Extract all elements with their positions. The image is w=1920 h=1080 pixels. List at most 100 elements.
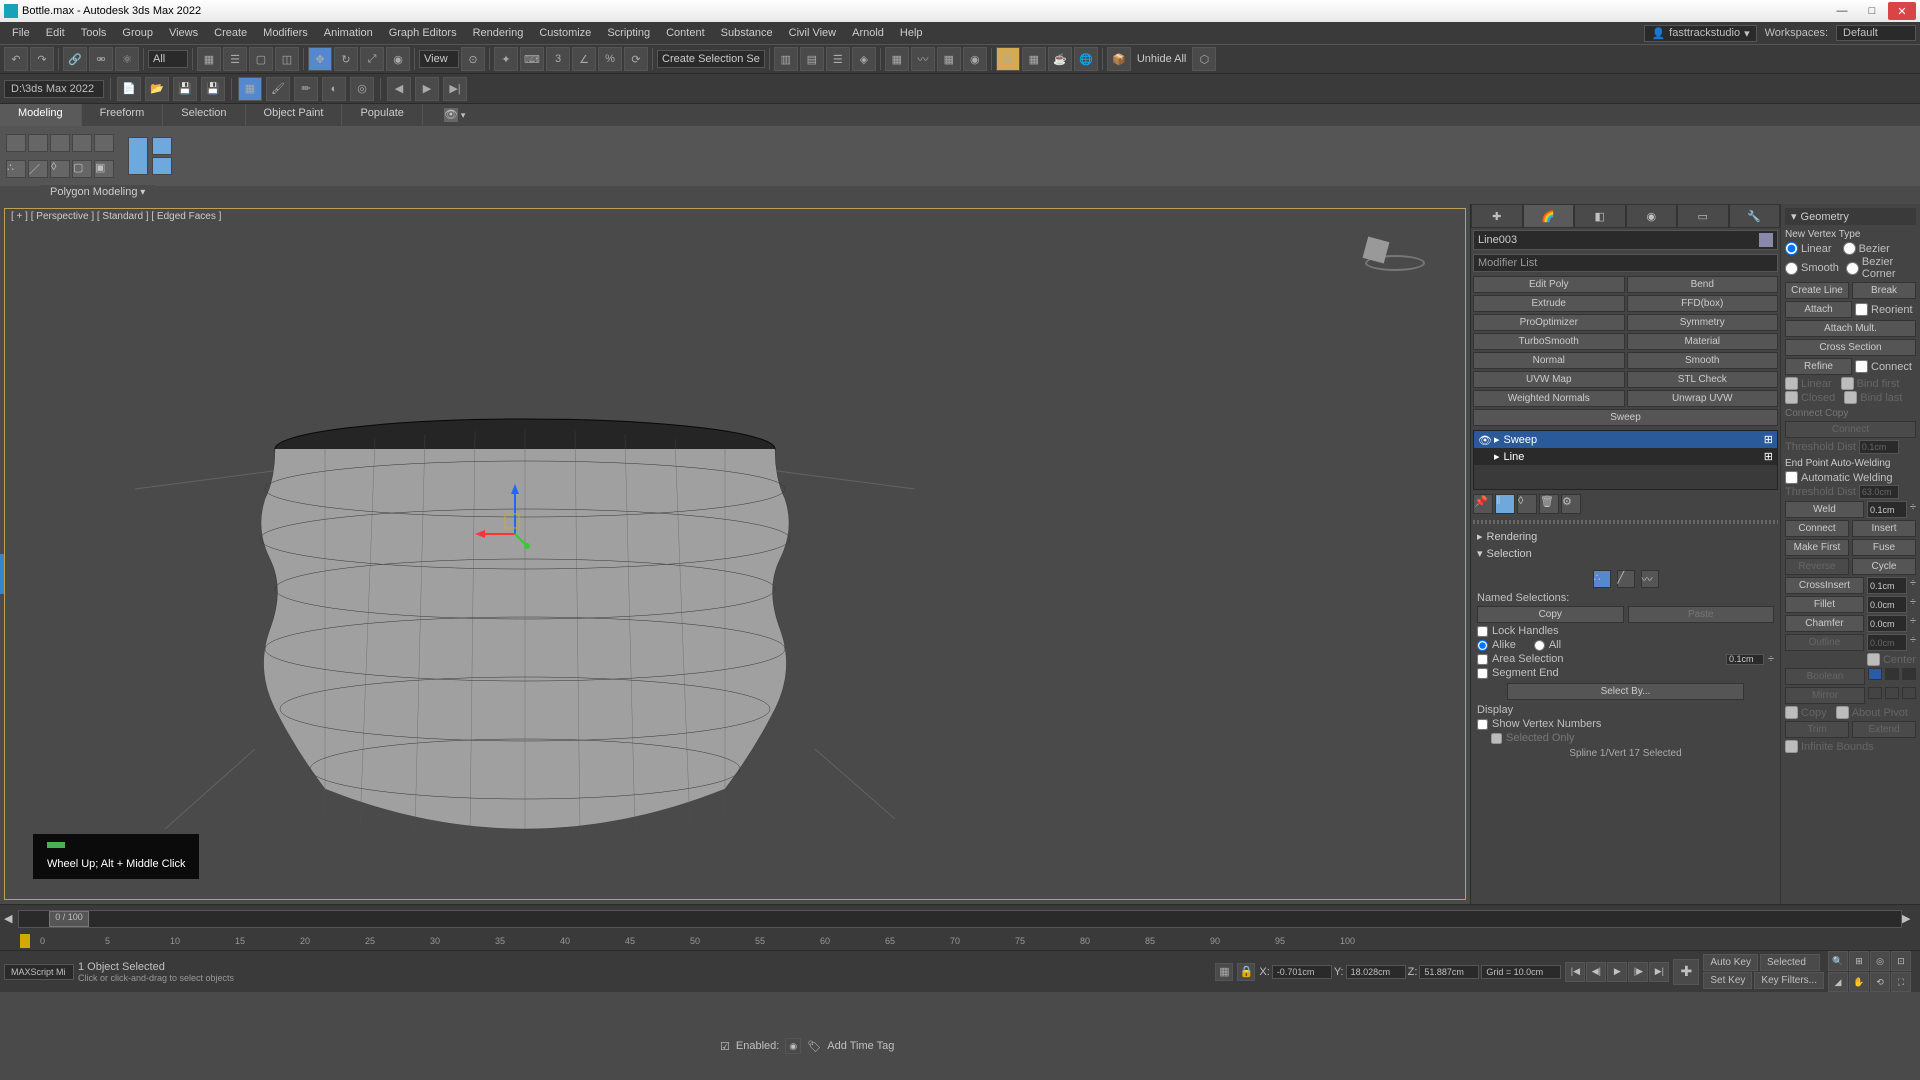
- motion-tab[interactable]: ◉: [1626, 204, 1678, 228]
- move-gizmo[interactable]: [475, 484, 555, 574]
- smooth-radio[interactable]: [1785, 262, 1798, 275]
- ribbon-tab-selection[interactable]: Selection: [163, 104, 245, 126]
- all-radio[interactable]: [1534, 640, 1545, 651]
- workspace-select[interactable]: Default: [1836, 25, 1916, 41]
- cycle-button[interactable]: Cycle: [1852, 558, 1916, 575]
- stack-item-sweep[interactable]: 👁 ▸ Sweep ⊞: [1474, 431, 1777, 448]
- preview-large-1[interactable]: [128, 137, 148, 175]
- viewport-layout-button[interactable]: ▦: [238, 77, 262, 101]
- modifier-stack[interactable]: 👁 ▸ Sweep ⊞ ▸ Line ⊞: [1473, 430, 1778, 490]
- sel-spline[interactable]: 〰: [1641, 570, 1659, 588]
- area-sel-cb[interactable]: [1477, 654, 1488, 665]
- bezier-corner-radio[interactable]: [1846, 262, 1859, 275]
- save-button[interactable]: 💾: [173, 77, 197, 101]
- material-editor-button[interactable]: ◉: [963, 47, 987, 71]
- brush-button[interactable]: 🖌: [266, 77, 290, 101]
- render-frame-button[interactable]: ▦: [1022, 47, 1046, 71]
- prev-button[interactable]: ◀: [387, 77, 411, 101]
- nav-zoom-ext[interactable]: ◎: [1870, 951, 1890, 971]
- crossinsert-input[interactable]: [1867, 577, 1907, 594]
- make-first-button[interactable]: Make First: [1785, 539, 1849, 556]
- menu-substance[interactable]: Substance: [713, 25, 781, 41]
- connect-cb[interactable]: [1855, 360, 1868, 373]
- minimize-button[interactable]: —: [1828, 2, 1856, 20]
- nav-orbit[interactable]: ⟲: [1870, 972, 1890, 992]
- key-mode-button[interactable]: ✚: [1673, 959, 1699, 985]
- fillet-button[interactable]: Fillet: [1785, 596, 1864, 613]
- mod-turbosmooth[interactable]: TurboSmooth: [1473, 333, 1625, 350]
- new-button[interactable]: 📄: [117, 77, 141, 101]
- chamfer-input[interactable]: [1867, 615, 1907, 632]
- display-tab[interactable]: ▭: [1677, 204, 1729, 228]
- lock-handles-cb[interactable]: [1477, 626, 1488, 637]
- rollout-rendering[interactable]: ▸ Rendering: [1471, 528, 1780, 545]
- ribbon-tab-freeform[interactable]: Freeform: [82, 104, 164, 126]
- viewcube[interactable]: [1365, 239, 1425, 271]
- lock-button[interactable]: 🔒: [1237, 963, 1255, 981]
- menu-modifiers[interactable]: Modifiers: [255, 25, 316, 41]
- area-sel-input[interactable]: [1726, 654, 1764, 665]
- fuse-button[interactable]: Fuse: [1852, 539, 1916, 556]
- angle-snap-button[interactable]: ∠: [572, 47, 596, 71]
- mod-stlcheck[interactable]: STL Check: [1627, 371, 1779, 388]
- layer-button[interactable]: ☰: [826, 47, 850, 71]
- nav-max[interactable]: ⛶: [1891, 972, 1911, 992]
- ribbon-tab-object-paint[interactable]: Object Paint: [246, 104, 343, 126]
- save-inc-button[interactable]: 💾: [201, 77, 225, 101]
- nav-zoom-all[interactable]: ⊞: [1849, 951, 1869, 971]
- play-anim[interactable]: ▶: [1607, 962, 1627, 982]
- play-button[interactable]: ▶: [415, 77, 439, 101]
- move-button[interactable]: ✥: [308, 47, 332, 71]
- curve-editor-button[interactable]: 〰: [911, 47, 935, 71]
- mod-bend[interactable]: Bend: [1627, 276, 1779, 293]
- reorient-cb[interactable]: [1855, 303, 1868, 316]
- attach-button[interactable]: Attach: [1785, 301, 1852, 318]
- select-by-button[interactable]: Select By...: [1507, 683, 1745, 700]
- menu-content[interactable]: Content: [658, 25, 713, 41]
- sel-segment[interactable]: ╱: [1617, 570, 1635, 588]
- copy-sel-button[interactable]: Copy: [1477, 606, 1624, 623]
- menu-file[interactable]: File: [4, 25, 38, 41]
- align-button[interactable]: ▤: [800, 47, 824, 71]
- eye-icon[interactable]: 👁: [1478, 434, 1490, 446]
- connect-b-button[interactable]: Connect: [1785, 520, 1849, 537]
- poly-btn-2[interactable]: [28, 134, 48, 152]
- enabled-icon[interactable]: ◉: [785, 1038, 801, 1054]
- login-button[interactable]: 👤 fasttrackstudio ▾: [1644, 25, 1756, 42]
- linear-radio[interactable]: [1785, 242, 1798, 255]
- maximize-button[interactable]: □: [1858, 2, 1886, 20]
- render-setup-button[interactable]: ⚙: [996, 47, 1020, 71]
- goto-start[interactable]: |◀: [1565, 962, 1585, 982]
- preview-small-2[interactable]: [152, 157, 172, 175]
- next-frame[interactable]: |▶: [1628, 962, 1648, 982]
- modify-tab[interactable]: 🌈: [1523, 204, 1575, 228]
- select-object-button[interactable]: ▦: [197, 47, 221, 71]
- mod-unwrap-uvw[interactable]: Unwrap UVW: [1627, 390, 1779, 407]
- chamfer-button[interactable]: Chamfer: [1785, 615, 1864, 632]
- bezier-radio[interactable]: [1843, 242, 1856, 255]
- poly-btn-5[interactable]: [94, 134, 114, 152]
- segment-end-cb[interactable]: [1477, 668, 1488, 679]
- mod-extrude[interactable]: Extrude: [1473, 295, 1625, 312]
- subobj-vertex[interactable]: ∴: [6, 160, 26, 178]
- insert-button[interactable]: Insert: [1852, 520, 1916, 537]
- keyboard-button[interactable]: ⌨: [520, 47, 544, 71]
- rollout-selection[interactable]: ▾ Selection: [1471, 545, 1780, 562]
- viewport-label[interactable]: [ + ] [ Perspective ] [ Standard ] [ Edg…: [11, 211, 221, 222]
- selection-set[interactable]: Create Selection Se: [657, 50, 765, 68]
- menu-rendering[interactable]: Rendering: [465, 25, 532, 41]
- select-rect-button[interactable]: ▢: [249, 47, 273, 71]
- bind-button[interactable]: ⚛: [115, 47, 139, 71]
- preview-small-1[interactable]: [152, 137, 172, 155]
- auto-weld-cb[interactable]: [1785, 471, 1798, 484]
- subobj-poly[interactable]: ▢: [72, 160, 92, 178]
- menu-scripting[interactable]: Scripting: [599, 25, 658, 41]
- nav-zoom[interactable]: 🔍: [1828, 951, 1848, 971]
- manipulate-button[interactable]: ✦: [494, 47, 518, 71]
- mod-sweep[interactable]: Sweep: [1473, 409, 1778, 426]
- maxscript-listener[interactable]: MAXScript Mi: [4, 964, 74, 980]
- color-swatch[interactable]: [1759, 233, 1773, 247]
- make-unique[interactable]: ◊: [1517, 494, 1537, 514]
- rotate-button[interactable]: ↻: [334, 47, 358, 71]
- subobj-element[interactable]: ▣: [94, 160, 114, 178]
